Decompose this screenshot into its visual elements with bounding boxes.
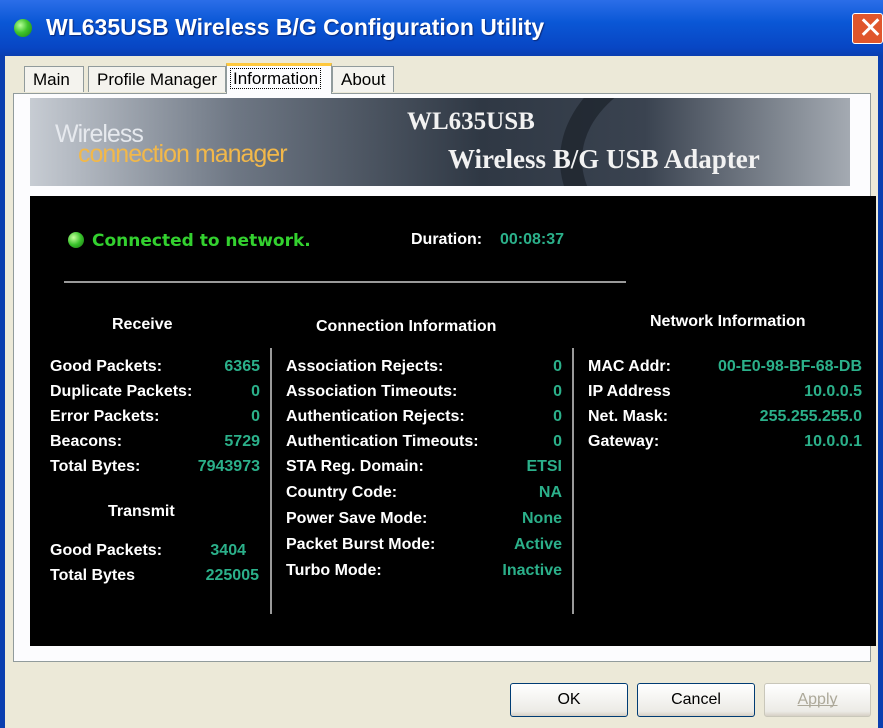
connection-value: NA xyxy=(538,484,562,501)
transmit-label: Total Bytes xyxy=(50,567,136,584)
network-title: Network Information xyxy=(650,313,806,330)
network-value: 10.0.0.5 xyxy=(804,383,862,400)
title-bar: WL635USB Wireless B/G Configuration Util… xyxy=(0,0,883,56)
connection-value: 0 xyxy=(553,408,562,425)
connection-value: ETSI xyxy=(526,458,562,475)
transmit-label: Good Packets: xyxy=(50,542,163,559)
banner-product: Wireless B/G USB Adapter xyxy=(448,144,760,174)
column-divider xyxy=(270,348,272,614)
connection-label: Association Rejects: xyxy=(286,358,444,375)
connection-label: Power Save Mode: xyxy=(286,510,428,527)
connection-label: Authentication Rejects: xyxy=(286,408,465,425)
transmit-value: 225005 xyxy=(205,567,259,584)
app-status-icon xyxy=(14,19,32,37)
ok-button[interactable]: OK xyxy=(510,683,628,717)
tab-label: Main xyxy=(33,70,70,89)
receive-value: 5729 xyxy=(224,433,260,450)
apply-button[interactable]: Apply xyxy=(764,683,871,717)
connection-label: Turbo Mode: xyxy=(286,562,382,579)
connection-value: 0 xyxy=(553,358,562,375)
connection-value: 0 xyxy=(553,433,562,450)
window-border-right xyxy=(878,56,883,728)
transmit-title: Transmit xyxy=(108,503,175,520)
connection-status-text: Connected to network. xyxy=(92,231,311,251)
connection-title: Connection Information xyxy=(316,318,497,335)
duration-label: Duration: xyxy=(411,231,483,248)
column-divider xyxy=(572,348,574,614)
connection-value: None xyxy=(522,510,562,527)
receive-value: 0 xyxy=(251,383,260,400)
connection-label: Country Code: xyxy=(286,484,398,501)
window-border-left xyxy=(0,56,5,728)
duration-value: 00:08:37 xyxy=(500,231,565,248)
connection-label: STA Reg. Domain: xyxy=(286,458,424,475)
connection-label: Packet Burst Mode: xyxy=(286,536,436,553)
close-button[interactable]: ✕ xyxy=(852,11,883,46)
tab-main[interactable]: Main xyxy=(24,66,84,92)
receive-value: 0 xyxy=(251,408,260,425)
window-title: WL635USB Wireless B/G Configuration Util… xyxy=(46,14,545,40)
network-label: MAC Addr: xyxy=(588,358,671,375)
receive-label: Total Bytes: xyxy=(50,458,141,475)
network-value: 10.0.0.1 xyxy=(804,433,862,450)
connection-label: Authentication Timeouts: xyxy=(286,433,479,450)
network-value: 00-E0-98-BF-68-DB xyxy=(717,358,862,375)
separator-line xyxy=(64,281,626,283)
connection-value: Inactive xyxy=(502,562,562,579)
receive-label: Duplicate Packets: xyxy=(50,383,193,400)
connected-status-icon xyxy=(68,232,84,248)
network-label: Gateway: xyxy=(588,433,660,450)
receive-title: Receive xyxy=(112,316,173,333)
receive-label: Error Packets: xyxy=(50,408,160,425)
product-banner: Wireless connection manager WL635USB Wir… xyxy=(30,98,850,186)
connection-label: Association Timeouts: xyxy=(286,383,458,400)
tab-profile-manager[interactable]: Profile Manager xyxy=(88,66,226,92)
transmit-value: 3404 xyxy=(210,542,246,559)
network-label: Net. Mask: xyxy=(588,408,669,425)
network-value: 255.255.255.0 xyxy=(759,408,862,425)
information-panel: Connected to network. Duration: 00:08:37… xyxy=(30,196,876,646)
tab-information[interactable]: Information xyxy=(226,63,332,94)
connection-value: Active xyxy=(513,536,562,553)
close-icon: ✕ xyxy=(858,11,883,46)
banner-brand-line2: connection manager xyxy=(78,140,288,168)
receive-value: 6365 xyxy=(224,358,260,375)
connection-value: 0 xyxy=(553,383,562,400)
tab-label: Profile Manager xyxy=(97,70,218,89)
banner-model: WL635USB xyxy=(407,108,535,135)
cancel-button[interactable]: Cancel xyxy=(637,683,755,717)
tab-about[interactable]: About xyxy=(332,66,394,92)
tab-label: Information xyxy=(230,68,322,89)
network-label: IP Address xyxy=(588,383,671,400)
receive-value: 7943973 xyxy=(197,458,260,475)
receive-label: Beacons: xyxy=(50,433,123,450)
tab-label: About xyxy=(341,70,386,89)
receive-label: Good Packets: xyxy=(50,358,163,375)
